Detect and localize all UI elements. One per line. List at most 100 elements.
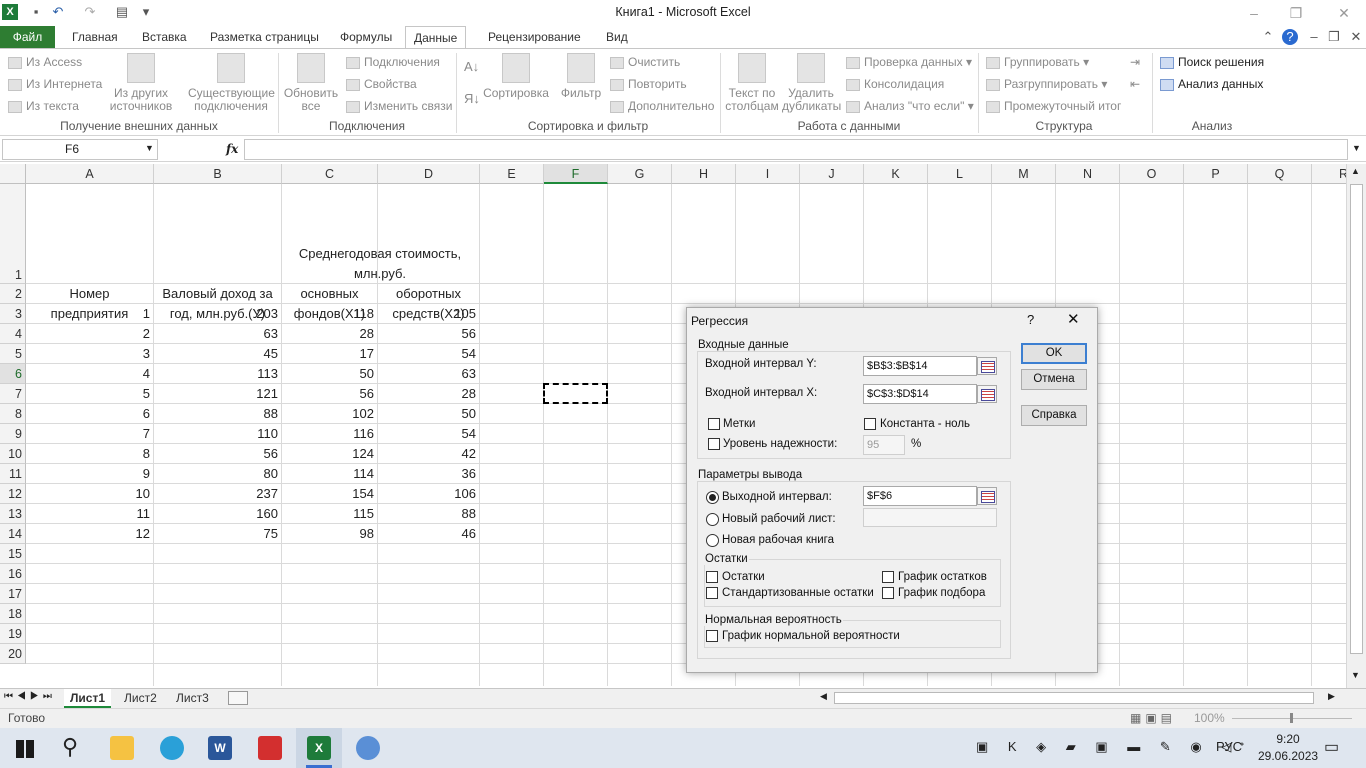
input-x-ref-button[interactable]: [977, 385, 997, 403]
tab-view[interactable]: Вид: [598, 26, 636, 48]
col-header-h[interactable]: H: [672, 164, 736, 184]
row-header-6[interactable]: 6: [0, 364, 26, 384]
name-box-dropdown-icon[interactable]: ▼: [145, 143, 154, 153]
cell-b13[interactable]: 160: [154, 506, 281, 521]
notifications-icon[interactable]: ▭: [1324, 737, 1339, 757]
text-to-columns-button[interactable]: Текст по столбцам: [722, 53, 782, 113]
show-detail-icon[interactable]: ⇥: [1130, 55, 1140, 69]
cell-a9[interactable]: 7: [26, 426, 153, 441]
row-header-18[interactable]: 18: [0, 604, 26, 624]
col-header-g[interactable]: G: [608, 164, 672, 184]
existing-connections-button[interactable]: Существующие подключения: [188, 53, 275, 113]
row-header-15[interactable]: 15: [0, 544, 26, 564]
cell-d6[interactable]: 63: [378, 366, 479, 381]
cell-d3[interactable]: 105: [378, 306, 479, 321]
close-window-icon[interactable]: ✕: [1332, 3, 1356, 23]
row-header-16[interactable]: 16: [0, 564, 26, 584]
cell-a13[interactable]: 11: [26, 506, 153, 521]
output-range-field[interactable]: $F$6: [863, 486, 977, 506]
cancel-button[interactable]: Отмена: [1021, 369, 1087, 390]
network-tool-icon[interactable]: [356, 736, 380, 760]
cell-d5[interactable]: 54: [378, 346, 479, 361]
row-header-11[interactable]: 11: [0, 464, 26, 484]
tab-insert[interactable]: Вставка: [134, 26, 195, 48]
cell-a7[interactable]: 5: [26, 386, 153, 401]
select-all-corner[interactable]: [0, 164, 26, 184]
minimize-icon[interactable]: –: [1242, 3, 1266, 23]
cell-a5[interactable]: 3: [26, 346, 153, 361]
labels-checkbox[interactable]: [708, 418, 720, 430]
input-y-ref-button[interactable]: [977, 357, 997, 375]
tab-page-layout[interactable]: Разметка страницы: [202, 26, 327, 48]
formula-input[interactable]: [244, 139, 1348, 160]
dialog-close-icon[interactable]: ✕: [1067, 310, 1080, 328]
input-x-field[interactable]: $C$3:$D$14: [863, 384, 977, 404]
selected-cell-f6[interactable]: [543, 383, 608, 404]
residuals-checkbox[interactable]: [706, 571, 718, 583]
row-header-8[interactable]: 8: [0, 404, 26, 424]
help-icon[interactable]: ?: [1282, 29, 1298, 45]
col-header-p[interactable]: P: [1184, 164, 1248, 184]
zoom-slider-thumb[interactable]: [1290, 713, 1293, 723]
regression-dialog[interactable]: Регрессия ? ✕ Входные данные Входной инт…: [686, 307, 1098, 673]
tab-data[interactable]: Данные: [405, 26, 467, 49]
reapply-button[interactable]: Повторить: [610, 77, 687, 91]
horizontal-scrollbar[interactable]: ◀ ▶: [808, 689, 1346, 707]
edit-links-button[interactable]: Изменить связи: [346, 99, 452, 113]
cell-b5[interactable]: 45: [154, 346, 281, 361]
cell-b14[interactable]: 75: [154, 526, 281, 541]
cell-a8[interactable]: 6: [26, 406, 153, 421]
group-button[interactable]: Группировать ▾: [986, 55, 1089, 69]
cell-c4[interactable]: 28: [282, 326, 377, 341]
cell-b9[interactable]: 110: [154, 426, 281, 441]
col-header-i[interactable]: I: [736, 164, 800, 184]
cell-d4[interactable]: 56: [378, 326, 479, 341]
tab-review[interactable]: Рецензирование: [480, 26, 589, 48]
cell-c11[interactable]: 114: [282, 466, 377, 481]
vertical-scrollbar[interactable]: ▲ ▼: [1346, 164, 1366, 688]
cell-b7[interactable]: 121: [154, 386, 281, 401]
row-header-19[interactable]: 19: [0, 624, 26, 644]
cell-c9[interactable]: 116: [282, 426, 377, 441]
col-header-c[interactable]: C: [282, 164, 378, 184]
advanced-filter-button[interactable]: Дополнительно: [610, 99, 714, 113]
cell-c8[interactable]: 102: [282, 406, 377, 421]
col-header-r[interactable]: R: [1312, 164, 1346, 184]
cell-c3[interactable]: 118: [282, 306, 377, 321]
cell-c13[interactable]: 115: [282, 506, 377, 521]
output-range-radio[interactable]: [706, 491, 719, 504]
cell-b10[interactable]: 56: [154, 446, 281, 461]
tray-icons[interactable]: ▣ K ◈ ▰ ▣ ▬ ✎ ◉ ◁ᐩ: [976, 739, 1252, 755]
cell-d13[interactable]: 88: [378, 506, 479, 521]
sheet-tab-3[interactable]: Лист3: [170, 689, 215, 708]
fx-icon[interactable]: fx: [226, 142, 238, 156]
fit-plot-checkbox[interactable]: [882, 587, 894, 599]
sort-az-icon[interactable]: A↓: [464, 59, 479, 74]
subtotal-button[interactable]: Промежуточный итог: [986, 99, 1121, 113]
cell-a4[interactable]: 2: [26, 326, 153, 341]
confidence-field[interactable]: 95: [863, 435, 905, 455]
cell-b3[interactable]: 203: [154, 306, 281, 321]
cell-d10[interactable]: 42: [378, 446, 479, 461]
connections-button[interactable]: Подключения: [346, 55, 440, 69]
scroll-down-icon[interactable]: ▼: [1351, 670, 1360, 680]
std-residuals-checkbox[interactable]: [706, 587, 718, 599]
scroll-right-icon[interactable]: ▶: [1328, 691, 1335, 702]
sort-za-icon[interactable]: Я↓: [464, 91, 480, 106]
cell-d12[interactable]: 106: [378, 486, 479, 501]
name-box[interactable]: F6: [2, 139, 158, 160]
excel-icon[interactable]: X: [307, 736, 331, 760]
row-header-14[interactable]: 14: [0, 524, 26, 544]
what-if-button[interactable]: Анализ "что если" ▾: [846, 99, 974, 113]
search-icon[interactable]: ⚲: [62, 734, 78, 760]
col-header-a[interactable]: A: [26, 164, 154, 184]
file-explorer-icon[interactable]: [110, 736, 134, 760]
hide-detail-icon[interactable]: ⇤: [1130, 77, 1140, 91]
close-doc-icon[interactable]: ✕: [1348, 29, 1364, 45]
scroll-thumb[interactable]: [1350, 184, 1363, 654]
col-header-l[interactable]: L: [928, 164, 992, 184]
sort-button[interactable]: Сортировка: [482, 53, 550, 100]
col-header-d[interactable]: D: [378, 164, 480, 184]
language-indicator[interactable]: РУС: [1216, 739, 1242, 754]
clock-time[interactable]: 9:20: [1268, 732, 1308, 746]
